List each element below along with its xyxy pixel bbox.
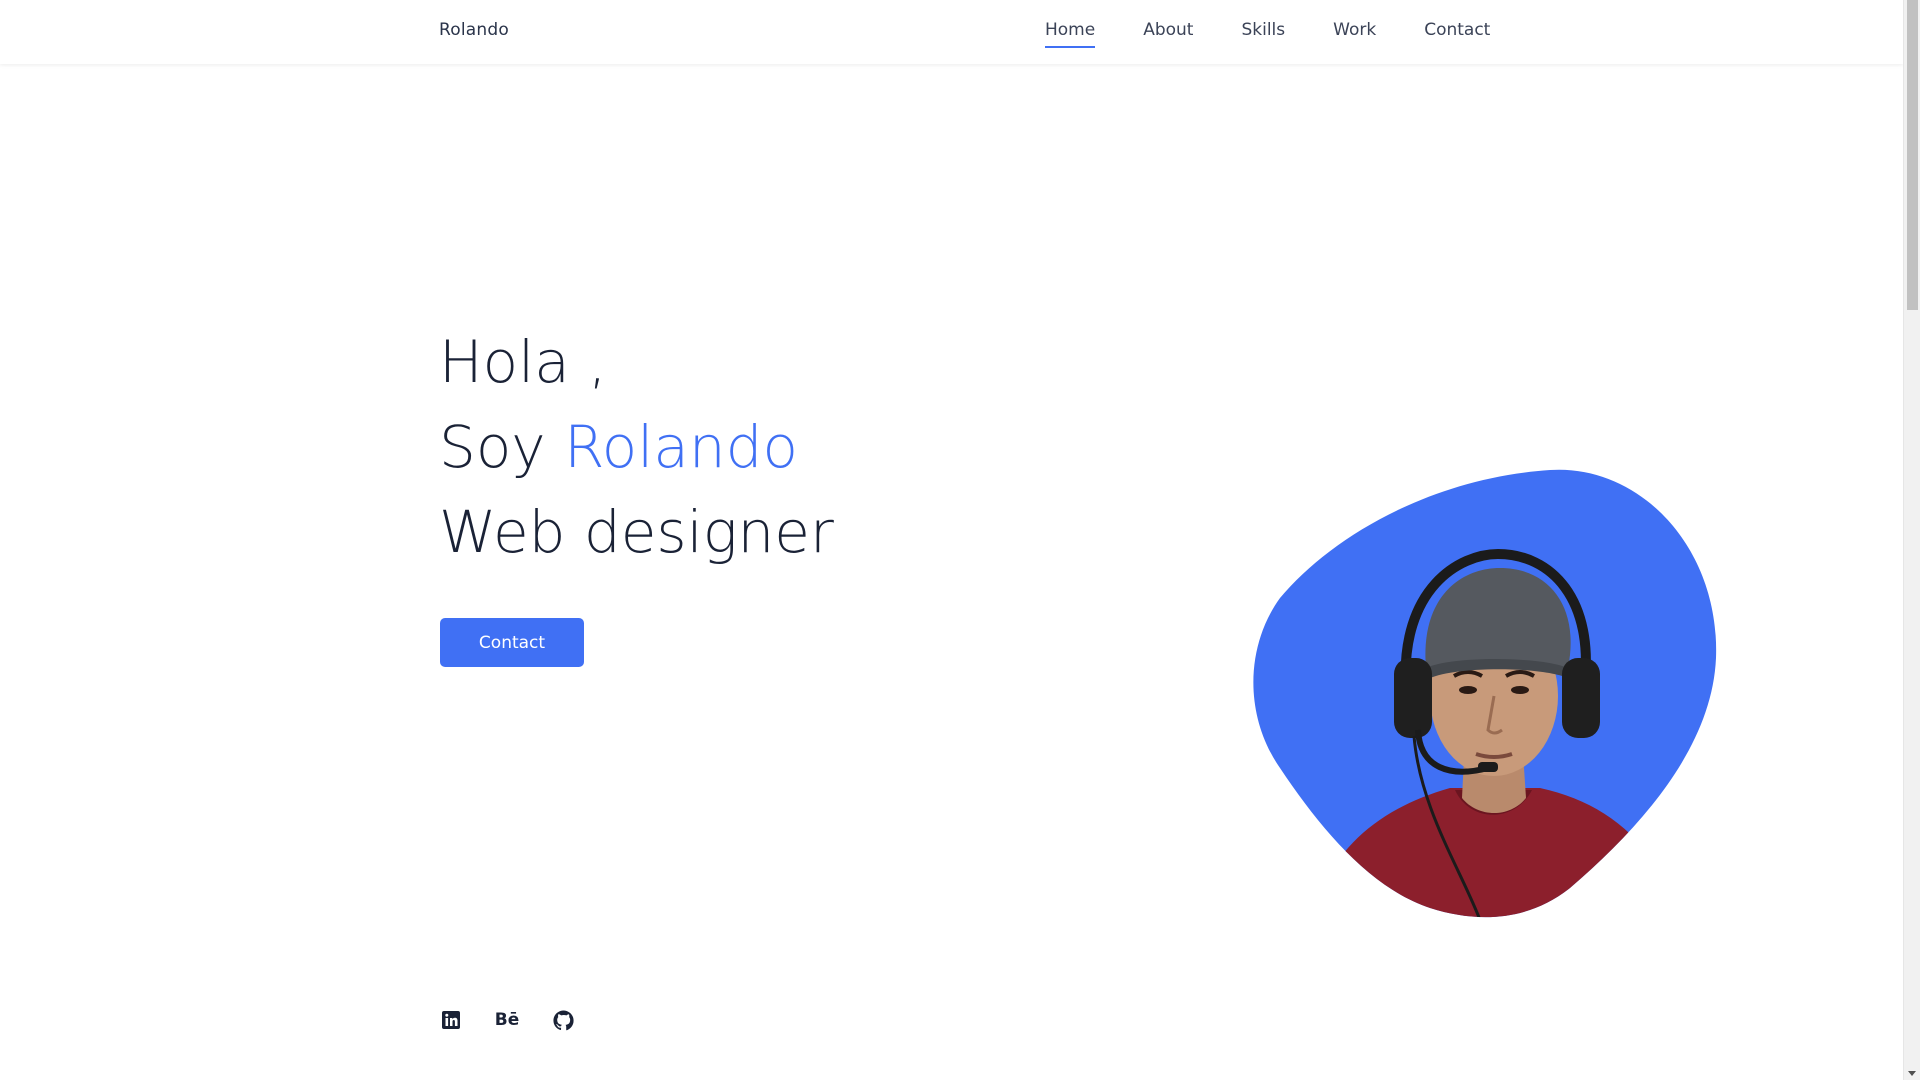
portrait-blob (1250, 468, 1720, 920)
nav-home[interactable]: Home (1045, 20, 1096, 48)
nav-work[interactable]: Work (1333, 20, 1376, 48)
github-icon[interactable] (552, 1009, 574, 1031)
contact-button[interactable]: Contact (440, 618, 584, 667)
site-header: Rolando Home About Skills Work Contact (0, 0, 1903, 64)
behance-icon[interactable]: Bē (494, 1009, 520, 1031)
hero-greeting: Hola , (439, 328, 607, 396)
logo-link[interactable]: Rolando (439, 20, 509, 40)
nav-skills[interactable]: Skills (1241, 20, 1285, 48)
hero-name: Rolando (564, 413, 798, 481)
linkedin-icon[interactable] (440, 1009, 462, 1031)
behance-label: Bē (494, 1010, 520, 1030)
hero-intro-prefix: Soy (439, 413, 565, 481)
scroll-down-arrow-icon[interactable] (1908, 1071, 1916, 1076)
hero-intro: Soy Rolando (439, 405, 834, 490)
nav-about[interactable]: About (1143, 20, 1193, 48)
scrollbar-thumb[interactable] (1907, 0, 1918, 310)
main-nav: Home About Skills Work Contact (1045, 20, 1490, 48)
hero-text: Hola , Soy Rolando Web designer (439, 320, 834, 575)
page-scrollbar[interactable] (1903, 0, 1920, 1080)
hero-role: Web designer (439, 498, 834, 566)
page: Rolando Home About Skills Work Contact H… (0, 0, 1903, 1080)
portrait-svg (1253, 469, 1717, 918)
social-links: Bē (440, 1009, 574, 1031)
nav-contact[interactable]: Contact (1424, 20, 1490, 48)
